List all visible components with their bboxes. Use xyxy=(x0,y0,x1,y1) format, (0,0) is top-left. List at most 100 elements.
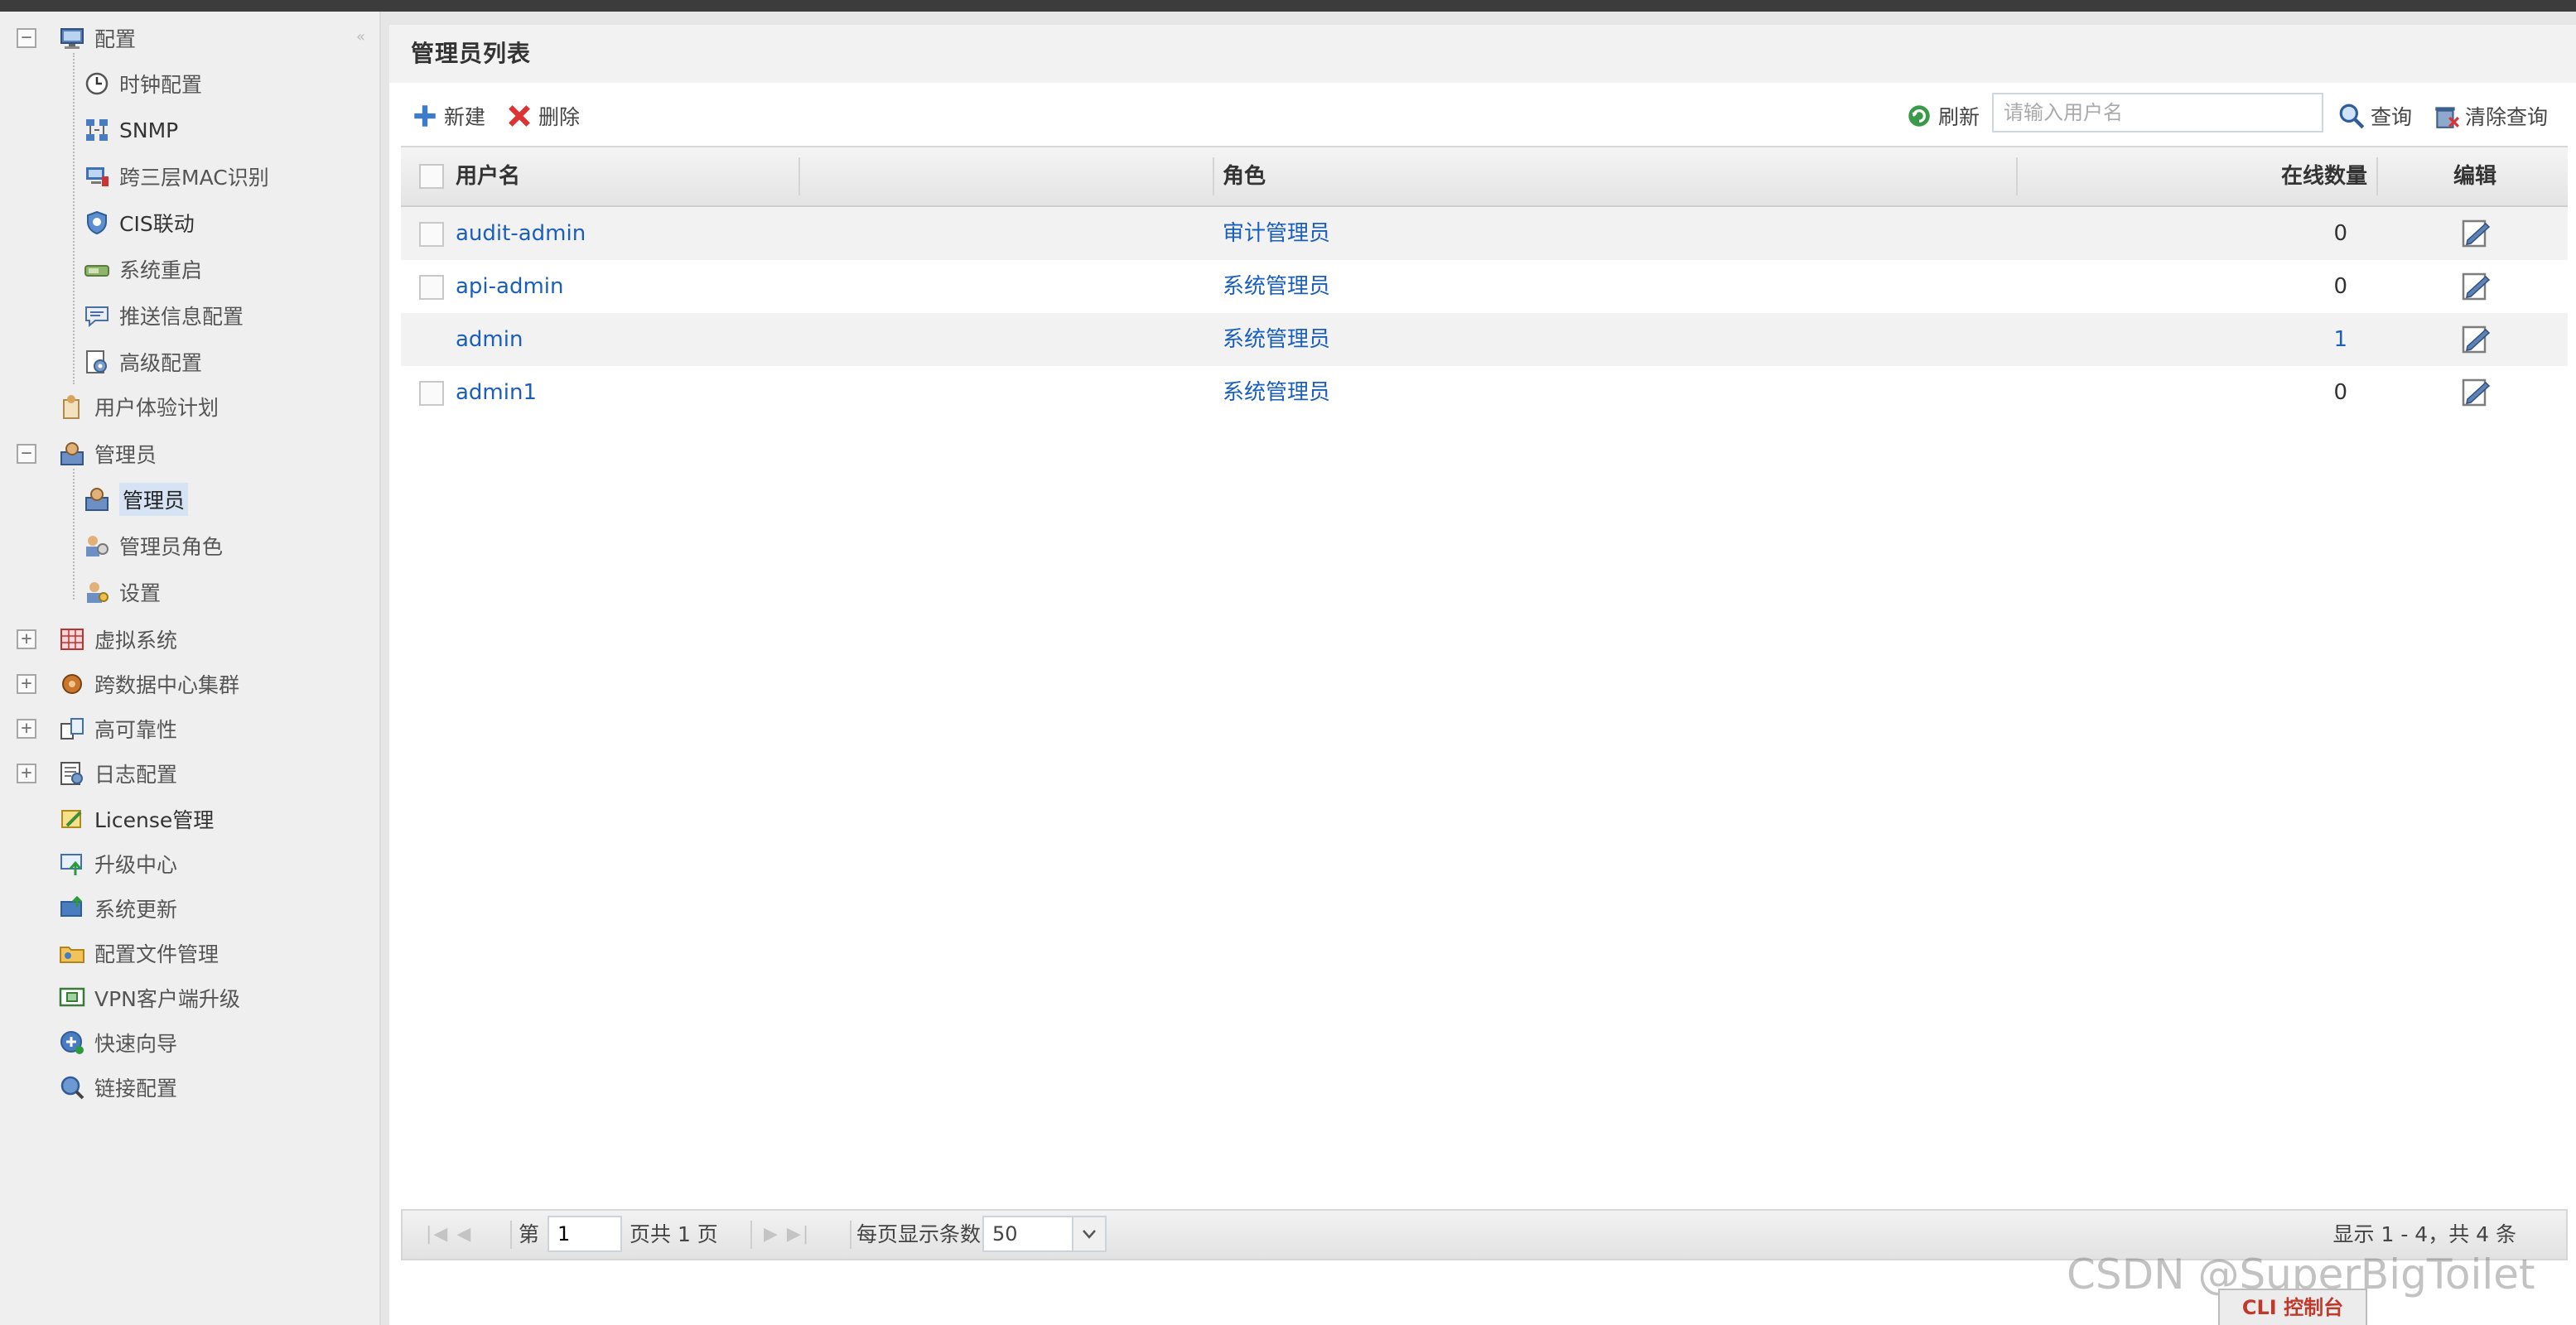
sidebar-item-config-files[interactable]: 配置文件管理 xyxy=(58,932,219,974)
sidebar-item-label: 时钟配置 xyxy=(119,73,203,97)
table-row[interactable]: api-admin 系统管理员 0 xyxy=(401,260,2568,313)
tree-expand-icon[interactable]: + xyxy=(17,674,36,694)
edit-icon[interactable] xyxy=(2459,270,2492,303)
row-checkbox[interactable] xyxy=(419,275,444,300)
page-total-text: 页共 1 页 xyxy=(630,1222,718,1246)
license-icon xyxy=(58,805,86,833)
sidebar-item-label: 配置 xyxy=(94,27,137,51)
clear-query-button[interactable]: 清除查询 xyxy=(2432,99,2548,132)
panel-title: 管理员列表 xyxy=(389,25,2576,83)
sidebar-item-log-config[interactable]: 日志配置 xyxy=(58,753,177,794)
sidebar-item-label: 高级配置 xyxy=(119,351,203,375)
role-link[interactable]: 审计管理员 xyxy=(1223,207,1330,260)
power-icon xyxy=(83,255,111,283)
table-row[interactable]: audit-admin 审计管理员 0 xyxy=(401,207,2568,260)
sidebar-item-high-availability[interactable]: 高可靠性 xyxy=(58,708,177,749)
sidebar-item-link-config[interactable]: 链接配置 xyxy=(58,1067,177,1108)
online-count[interactable]: 1 xyxy=(2265,313,2347,366)
sidebar-item-virtual-system[interactable]: 虚拟系统 xyxy=(58,619,177,660)
edit-icon[interactable] xyxy=(2459,217,2492,250)
message-icon xyxy=(83,301,111,330)
sidebar-item-settings[interactable]: 设置 xyxy=(83,571,161,613)
username-link[interactable]: admin xyxy=(456,313,523,366)
table-row[interactable]: admin 系统管理员 1 xyxy=(401,313,2568,366)
sidebar-item-ux-plan[interactable]: 用户体验计划 xyxy=(58,386,219,427)
username-link[interactable]: audit-admin xyxy=(456,207,586,260)
sidebar-item-admin-role[interactable]: 管理员角色 xyxy=(83,525,223,566)
table-header: 用户名 角色 在线数量 编辑 xyxy=(401,146,2568,207)
sidebar-item-reboot[interactable]: 系统重启 xyxy=(83,248,202,290)
toolbar: 新建 删除 刷新 查询 清除查询 xyxy=(389,91,2576,141)
new-button[interactable]: 新建 xyxy=(411,99,485,132)
page-number-input[interactable] xyxy=(548,1216,622,1252)
sidebar-tree: « − 配置 时钟配置 SNMP 跨三层MAC识别 CIS联动 系统重启 推送信… xyxy=(0,12,381,1325)
first-prev-page-buttons[interactable]: |◀ ◀ xyxy=(426,1211,472,1259)
sidebar-item-license[interactable]: License管理 xyxy=(58,798,214,840)
tree-expand-icon[interactable]: + xyxy=(17,719,36,739)
role-link[interactable]: 系统管理员 xyxy=(1223,313,1330,366)
pager-separator xyxy=(850,1221,851,1249)
sidebar-item-label: 管理员 xyxy=(94,443,157,467)
tree-expand-icon[interactable]: + xyxy=(17,629,36,649)
chevron-down-icon[interactable] xyxy=(1072,1217,1105,1250)
query-button[interactable]: 查询 xyxy=(2337,99,2412,132)
delete-button[interactable]: 删除 xyxy=(505,99,580,132)
next-last-page-buttons[interactable]: ▶ ▶| xyxy=(764,1211,810,1259)
username-link[interactable]: api-admin xyxy=(456,260,564,313)
link-search-icon xyxy=(58,1073,86,1101)
column-header-role[interactable]: 角色 xyxy=(1223,147,1266,205)
username-link[interactable]: admin1 xyxy=(456,366,537,419)
role-link[interactable]: 系统管理员 xyxy=(1223,260,1330,313)
tree-collapse-icon[interactable]: − xyxy=(17,444,36,464)
role-link[interactable]: 系统管理员 xyxy=(1223,366,1330,419)
sidebar-item-advanced[interactable]: 高级配置 xyxy=(83,341,202,383)
sidebar-item-cross-dc-cluster[interactable]: 跨数据中心集群 xyxy=(58,663,239,705)
sidebar-item-push-config[interactable]: 推送信息配置 xyxy=(83,295,244,336)
table-row[interactable]: admin1 系统管理员 0 xyxy=(401,366,2568,419)
clock-icon xyxy=(83,70,111,98)
sidebar-item-label: 管理员 xyxy=(119,483,189,516)
upgrade-icon xyxy=(58,850,86,878)
sidebar-collapse-icon[interactable]: « xyxy=(356,28,373,46)
sidebar-item-mac[interactable]: 跨三层MAC识别 xyxy=(83,156,269,197)
page-size-select[interactable]: 50 xyxy=(982,1216,1107,1252)
admin-icon xyxy=(58,440,86,468)
sidebar-item-cis[interactable]: CIS联动 xyxy=(83,202,195,243)
sidebar-item-config[interactable]: 配置 xyxy=(58,17,136,59)
column-separator xyxy=(1213,157,1214,195)
tree-collapse-icon[interactable]: − xyxy=(17,28,36,48)
refresh-button-label: 刷新 xyxy=(1938,105,1980,129)
username-search-input[interactable] xyxy=(1992,93,2323,132)
column-header-username[interactable]: 用户名 xyxy=(456,147,520,205)
sidebar-item-label: 日志配置 xyxy=(94,763,178,787)
window-top-bar xyxy=(0,0,2576,12)
sidebar-item-quick-wizard[interactable]: 快速向导 xyxy=(58,1022,177,1063)
cli-console-button[interactable]: CLI 控制台 xyxy=(2218,1289,2367,1325)
sidebar-item-clock[interactable]: 时钟配置 xyxy=(83,63,202,104)
row-checkbox[interactable] xyxy=(419,381,444,406)
pc-icon xyxy=(83,162,111,190)
column-header-online-count[interactable]: 在线数量 xyxy=(2281,147,2367,205)
user-doc-icon xyxy=(58,393,86,421)
sidebar-item-vpn-client[interactable]: VPN客户端升级 xyxy=(58,977,240,1019)
delete-button-label: 删除 xyxy=(538,105,581,129)
sidebar-item-upgrade-center[interactable]: 升级中心 xyxy=(58,843,177,884)
page-size-value: 50 xyxy=(992,1222,1018,1246)
edit-icon[interactable] xyxy=(2459,376,2492,409)
sidebar-item-admin-group[interactable]: 管理员 xyxy=(58,433,157,475)
select-all-checkbox[interactable] xyxy=(419,164,444,189)
log-icon xyxy=(58,759,86,788)
search-icon xyxy=(2339,104,2365,129)
tree-expand-icon[interactable]: + xyxy=(17,764,36,783)
sidebar-item-system-update[interactable]: 系统更新 xyxy=(58,888,177,929)
sidebar-item-snmp[interactable]: SNMP xyxy=(83,109,178,151)
admin-icon xyxy=(83,485,111,513)
refresh-button[interactable]: 刷新 xyxy=(1905,99,1980,132)
sidebar-item-label: 管理员角色 xyxy=(119,535,224,559)
sidebar-item-label: 快速向导 xyxy=(94,1032,178,1056)
sidebar-item-admin[interactable]: 管理员 xyxy=(83,479,189,520)
edit-icon[interactable] xyxy=(2459,323,2492,356)
row-checkbox[interactable] xyxy=(419,222,444,247)
refresh-icon xyxy=(1908,105,1930,127)
settings-doc-icon xyxy=(83,348,111,376)
